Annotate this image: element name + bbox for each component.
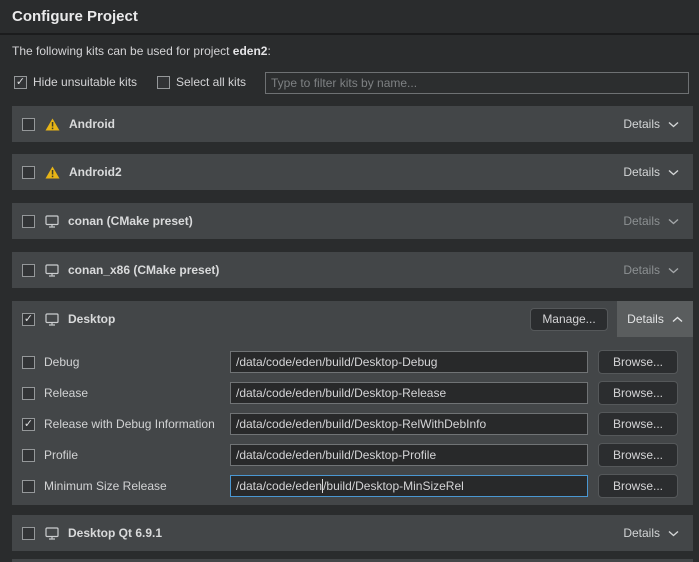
browse-button[interactable]: Browse...: [598, 350, 678, 374]
build-dir-input[interactable]: /data/code/eden/build/Desktop-RelWithDeb…: [230, 413, 588, 435]
build-config-row-release: ✓ Release /data/code/eden/build/Desktop-…: [22, 382, 693, 404]
chevron-down-icon: [668, 530, 679, 537]
kit-card-conan-x86: ✓ conan_x86 (CMake preset) Details: [12, 252, 693, 288]
config-label: Debug: [44, 355, 230, 369]
config-checkbox[interactable]: ✓: [22, 387, 35, 400]
details-button[interactable]: Details: [623, 263, 679, 277]
kit-name: conan_x86 (CMake preset): [68, 263, 219, 277]
build-dir-input[interactable]: /data/code/eden/build/Desktop-Profile: [230, 444, 588, 466]
details-button[interactable]: Details: [617, 301, 693, 337]
desktop-icon: [45, 215, 59, 228]
build-config-list: ✓ Debug /data/code/eden/build/Desktop-De…: [12, 337, 693, 497]
intro-suffix: :: [267, 44, 270, 58]
desktop-icon: [45, 527, 59, 540]
chevron-down-icon: [668, 169, 679, 176]
build-config-row-debug: ✓ Debug /data/code/eden/build/Desktop-De…: [22, 351, 693, 373]
chevron-down-icon: [668, 121, 679, 128]
kit-checkbox[interactable]: ✓: [22, 118, 35, 131]
kit-name: Desktop: [68, 312, 115, 326]
hide-unsuitable-kits-label: Hide unsuitable kits: [33, 75, 137, 89]
chevron-down-icon: [668, 218, 679, 225]
details-label: Details: [623, 263, 660, 277]
build-config-row-minsizerel: ✓ Minimum Size Release /data/code/eden/b…: [22, 475, 693, 497]
chevron-up-icon: [672, 316, 683, 323]
kit-name: Desktop Qt 6.9.1: [68, 526, 162, 540]
kit-checkbox[interactable]: ✓: [22, 313, 35, 326]
build-dir-input-focused[interactable]: /data/code/eden/build/Desktop-MinSizeRel: [230, 475, 588, 497]
config-checkbox[interactable]: ✓: [22, 449, 35, 462]
select-all-kits-label: Select all kits: [176, 75, 246, 89]
kit-card-desktop-qt: ✓ Desktop Qt 6.9.1 Details: [12, 515, 693, 551]
desktop-icon: [45, 313, 59, 326]
details-button[interactable]: Details: [623, 214, 679, 228]
checkbox-icon[interactable]: ✓: [157, 76, 170, 89]
config-checkbox[interactable]: ✓: [22, 356, 35, 369]
config-label: Release: [44, 386, 230, 400]
build-dir-input[interactable]: /data/code/eden/build/Desktop-Debug: [230, 351, 588, 373]
warning-icon: [45, 166, 60, 179]
hide-unsuitable-kits-checkbox[interactable]: ✓ Hide unsuitable kits: [14, 75, 137, 89]
kit-card-conan: ✓ conan (CMake preset) Details: [12, 203, 693, 239]
build-dir-input[interactable]: /data/code/eden/build/Desktop-Release: [230, 382, 588, 404]
config-checkbox[interactable]: ✓: [22, 418, 35, 431]
kit-checkbox[interactable]: ✓: [22, 215, 35, 228]
kit-checkbox[interactable]: ✓: [22, 527, 35, 540]
details-label: Details: [623, 165, 660, 179]
config-label: Profile: [44, 448, 230, 462]
details-label: Details: [627, 312, 664, 326]
details-button[interactable]: Details: [623, 526, 679, 540]
details-label: Details: [623, 214, 660, 228]
select-all-kits-checkbox[interactable]: ✓ Select all kits: [157, 75, 246, 89]
page-title: Configure Project: [12, 8, 138, 25]
desktop-icon: [45, 264, 59, 277]
kit-name: Android2: [69, 165, 122, 179]
config-checkbox[interactable]: ✓: [22, 480, 35, 493]
config-label: Minimum Size Release: [44, 479, 230, 493]
checkbox-icon[interactable]: ✓: [14, 76, 27, 89]
kit-card-android2: ✓ Android2 Details: [12, 154, 693, 190]
kit-card-desktop: ✓ Desktop Manage... Details ✓ Debug /dat…: [12, 301, 693, 505]
kit-card-android: ✓ Android Details: [12, 106, 693, 142]
details-label: Details: [623, 526, 660, 540]
kit-name: Android: [69, 117, 115, 131]
kit-name: conan (CMake preset): [68, 214, 193, 228]
warning-icon: [45, 118, 60, 131]
details-button[interactable]: Details: [623, 117, 679, 131]
browse-button[interactable]: Browse...: [598, 412, 678, 436]
kit-checkbox[interactable]: ✓: [22, 166, 35, 179]
config-label: Release with Debug Information: [44, 417, 230, 431]
kit-filter-input[interactable]: [265, 72, 689, 94]
build-config-row-profile: ✓ Profile /data/code/eden/build/Desktop-…: [22, 444, 693, 466]
details-label: Details: [623, 117, 660, 131]
browse-button[interactable]: Browse...: [598, 474, 678, 498]
browse-button[interactable]: Browse...: [598, 381, 678, 405]
kit-checkbox[interactable]: ✓: [22, 264, 35, 277]
title-separator: [0, 33, 699, 35]
manage-button[interactable]: Manage...: [530, 308, 608, 331]
chevron-down-icon: [668, 267, 679, 274]
build-config-row-relwithdebinfo: ✓ Release with Debug Information /data/c…: [22, 413, 693, 435]
intro-prefix: The following kits can be used for proje…: [12, 44, 233, 58]
project-name: eden2: [233, 44, 268, 58]
details-button[interactable]: Details: [623, 165, 679, 179]
intro-text: The following kits can be used for proje…: [12, 44, 271, 58]
browse-button[interactable]: Browse...: [598, 443, 678, 467]
